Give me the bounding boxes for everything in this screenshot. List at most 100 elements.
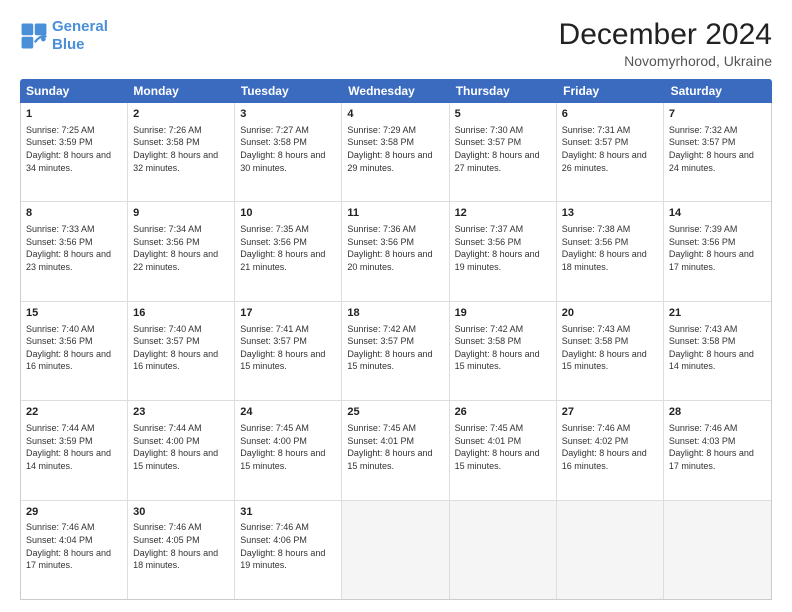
calendar-cell: 28 Sunrise: 7:46 AMSunset: 4:03 PMDayligh… bbox=[664, 401, 771, 499]
header-saturday: Saturday bbox=[665, 79, 772, 103]
calendar-cell: 1 Sunrise: 7:25 AMSunset: 3:59 PMDaylight… bbox=[21, 103, 128, 201]
calendar-cell: 18Sunrise: 7:42 AMSunset: 3:57 PMDayligh… bbox=[342, 302, 449, 400]
day-number: 29 bbox=[26, 505, 122, 520]
calendar-cell: 6 Sunrise: 7:31 AMSunset: 3:57 PMDaylight… bbox=[557, 103, 664, 201]
calendar-cell bbox=[557, 501, 664, 599]
day-number: 30 bbox=[133, 505, 229, 520]
calendar-cell: 21 Sunrise: 7:43 AMSunset: 3:58 PMDayligh… bbox=[664, 302, 771, 400]
sun-info: Sunrise: 7:45 AMSunset: 4:01 PMDaylight:… bbox=[347, 422, 443, 472]
day-number: 17 bbox=[240, 306, 336, 321]
logo-icon bbox=[20, 22, 48, 50]
sun-info: Sunrise: 7:30 AMSunset: 3:57 PMDaylight:… bbox=[455, 124, 551, 174]
sun-info: Sunrise: 7:27 AMSunset: 3:58 PMDaylight:… bbox=[240, 124, 336, 174]
header-monday: Monday bbox=[127, 79, 234, 103]
sun-info: Sunrise: 7:38 AMSunset: 3:56 PMDaylight:… bbox=[562, 223, 658, 273]
calendar-cell bbox=[342, 501, 449, 599]
sun-info: Sunrise: 7:41 AMSunset: 3:57 PMDaylight:… bbox=[240, 323, 336, 373]
sun-info: Sunrise: 7:42 AMSunset: 3:58 PMDaylight:… bbox=[455, 323, 551, 373]
sun-info: Sunrise: 7:25 AMSunset: 3:59 PMDaylight:… bbox=[26, 124, 122, 174]
calendar-body: 1 Sunrise: 7:25 AMSunset: 3:59 PMDaylight… bbox=[20, 103, 772, 600]
calendar: Sunday Monday Tuesday Wednesday Thursday… bbox=[20, 79, 772, 600]
calendar-cell: 29Sunrise: 7:46 AMSunset: 4:04 PMDayligh… bbox=[21, 501, 128, 599]
day-number: 24 bbox=[240, 405, 336, 420]
calendar-cell: 3 Sunrise: 7:27 AMSunset: 3:58 PMDaylight… bbox=[235, 103, 342, 201]
calendar-week-2: 8 Sunrise: 7:33 AMSunset: 3:56 PMDaylight… bbox=[21, 202, 771, 301]
sun-info: Sunrise: 7:40 AMSunset: 3:57 PMDaylight:… bbox=[133, 323, 229, 373]
logo-text: General Blue bbox=[52, 18, 108, 54]
calendar-cell: 27 Sunrise: 7:46 AMSunset: 4:02 PMDayligh… bbox=[557, 401, 664, 499]
calendar-cell: 22 Sunrise: 7:44 AMSunset: 3:59 PMDayligh… bbox=[21, 401, 128, 499]
calendar-cell: 26 Sunrise: 7:45 AMSunset: 4:01 PMDayligh… bbox=[450, 401, 557, 499]
day-number: 31 bbox=[240, 505, 336, 520]
day-number: 18 bbox=[347, 306, 443, 321]
day-number: 6 bbox=[562, 107, 658, 122]
calendar-cell: 9Sunrise: 7:34 AMSunset: 3:56 PMDaylight… bbox=[128, 202, 235, 300]
calendar-cell: 31Sunrise: 7:46 AMSunset: 4:06 PMDayligh… bbox=[235, 501, 342, 599]
day-number: 2 bbox=[133, 107, 229, 122]
day-number: 16 bbox=[133, 306, 229, 321]
day-number: 10 bbox=[240, 206, 336, 221]
calendar-cell: 14 Sunrise: 7:39 AMSunset: 3:56 PMDayligh… bbox=[664, 202, 771, 300]
sun-info: Sunrise: 7:26 AMSunset: 3:58 PMDaylight:… bbox=[133, 124, 229, 174]
day-number: 20 bbox=[562, 306, 658, 321]
day-number: 7 bbox=[669, 107, 766, 122]
sun-info: Sunrise: 7:29 AMSunset: 3:58 PMDaylight:… bbox=[347, 124, 443, 174]
day-number: 28 bbox=[669, 405, 766, 420]
day-number: 27 bbox=[562, 405, 658, 420]
day-number: 23 bbox=[133, 405, 229, 420]
calendar-cell: 30Sunrise: 7:46 AMSunset: 4:05 PMDayligh… bbox=[128, 501, 235, 599]
calendar-cell bbox=[664, 501, 771, 599]
day-number: 9 bbox=[133, 206, 229, 221]
day-number: 1 bbox=[26, 107, 122, 122]
sun-info: Sunrise: 7:31 AMSunset: 3:57 PMDaylight:… bbox=[562, 124, 658, 174]
header-thursday: Thursday bbox=[450, 79, 557, 103]
calendar-cell: 4 Sunrise: 7:29 AMSunset: 3:58 PMDaylight… bbox=[342, 103, 449, 201]
sun-info: Sunrise: 7:40 AMSunset: 3:56 PMDaylight:… bbox=[26, 323, 122, 373]
sun-info: Sunrise: 7:32 AMSunset: 3:57 PMDaylight:… bbox=[669, 124, 766, 174]
day-number: 12 bbox=[455, 206, 551, 221]
calendar-week-3: 15Sunrise: 7:40 AMSunset: 3:56 PMDayligh… bbox=[21, 302, 771, 401]
sun-info: Sunrise: 7:44 AMSunset: 3:59 PMDaylight:… bbox=[26, 422, 122, 472]
day-number: 11 bbox=[347, 206, 443, 221]
sun-info: Sunrise: 7:46 AMSunset: 4:05 PMDaylight:… bbox=[133, 521, 229, 571]
day-number: 19 bbox=[455, 306, 551, 321]
day-number: 4 bbox=[347, 107, 443, 122]
sun-info: Sunrise: 7:46 AMSunset: 4:06 PMDaylight:… bbox=[240, 521, 336, 571]
calendar-cell: 2 Sunrise: 7:26 AMSunset: 3:58 PMDaylight… bbox=[128, 103, 235, 201]
day-number: 14 bbox=[669, 206, 766, 221]
location-title: Novomyrhorod, Ukraine bbox=[559, 53, 772, 69]
day-number: 25 bbox=[347, 405, 443, 420]
title-block: December 2024 Novomyrhorod, Ukraine bbox=[559, 18, 772, 69]
day-number: 8 bbox=[26, 206, 122, 221]
calendar-cell bbox=[450, 501, 557, 599]
sun-info: Sunrise: 7:39 AMSunset: 3:56 PMDaylight:… bbox=[669, 223, 766, 273]
page: General Blue December 2024 Novomyrhorod,… bbox=[0, 0, 792, 612]
calendar-cell: 8 Sunrise: 7:33 AMSunset: 3:56 PMDaylight… bbox=[21, 202, 128, 300]
sun-info: Sunrise: 7:46 AMSunset: 4:02 PMDaylight:… bbox=[562, 422, 658, 472]
sun-info: Sunrise: 7:43 AMSunset: 3:58 PMDaylight:… bbox=[669, 323, 766, 373]
sun-info: Sunrise: 7:43 AMSunset: 3:58 PMDaylight:… bbox=[562, 323, 658, 373]
sun-info: Sunrise: 7:46 AMSunset: 4:03 PMDaylight:… bbox=[669, 422, 766, 472]
calendar-cell: 13 Sunrise: 7:38 AMSunset: 3:56 PMDayligh… bbox=[557, 202, 664, 300]
calendar-cell: 11Sunrise: 7:36 AMSunset: 3:56 PMDayligh… bbox=[342, 202, 449, 300]
calendar-cell: 19 Sunrise: 7:42 AMSunset: 3:58 PMDayligh… bbox=[450, 302, 557, 400]
calendar-cell: 15Sunrise: 7:40 AMSunset: 3:56 PMDayligh… bbox=[21, 302, 128, 400]
header-friday: Friday bbox=[557, 79, 664, 103]
header: General Blue December 2024 Novomyrhorod,… bbox=[20, 18, 772, 69]
day-number: 21 bbox=[669, 306, 766, 321]
calendar-week-4: 22 Sunrise: 7:44 AMSunset: 3:59 PMDayligh… bbox=[21, 401, 771, 500]
header-tuesday: Tuesday bbox=[235, 79, 342, 103]
calendar-cell: 16 Sunrise: 7:40 AMSunset: 3:57 PMDayligh… bbox=[128, 302, 235, 400]
day-number: 22 bbox=[26, 405, 122, 420]
sun-info: Sunrise: 7:35 AMSunset: 3:56 PMDaylight:… bbox=[240, 223, 336, 273]
sun-info: Sunrise: 7:33 AMSunset: 3:56 PMDaylight:… bbox=[26, 223, 122, 273]
sun-info: Sunrise: 7:37 AMSunset: 3:56 PMDaylight:… bbox=[455, 223, 551, 273]
calendar-week-5: 29Sunrise: 7:46 AMSunset: 4:04 PMDayligh… bbox=[21, 501, 771, 599]
sun-info: Sunrise: 7:46 AMSunset: 4:04 PMDaylight:… bbox=[26, 521, 122, 571]
day-number: 13 bbox=[562, 206, 658, 221]
day-number: 26 bbox=[455, 405, 551, 420]
calendar-cell: 24Sunrise: 7:45 AMSunset: 4:00 PMDayligh… bbox=[235, 401, 342, 499]
day-number: 3 bbox=[240, 107, 336, 122]
calendar-cell: 5Sunrise: 7:30 AMSunset: 3:57 PMDaylight… bbox=[450, 103, 557, 201]
sun-info: Sunrise: 7:45 AMSunset: 4:01 PMDaylight:… bbox=[455, 422, 551, 472]
